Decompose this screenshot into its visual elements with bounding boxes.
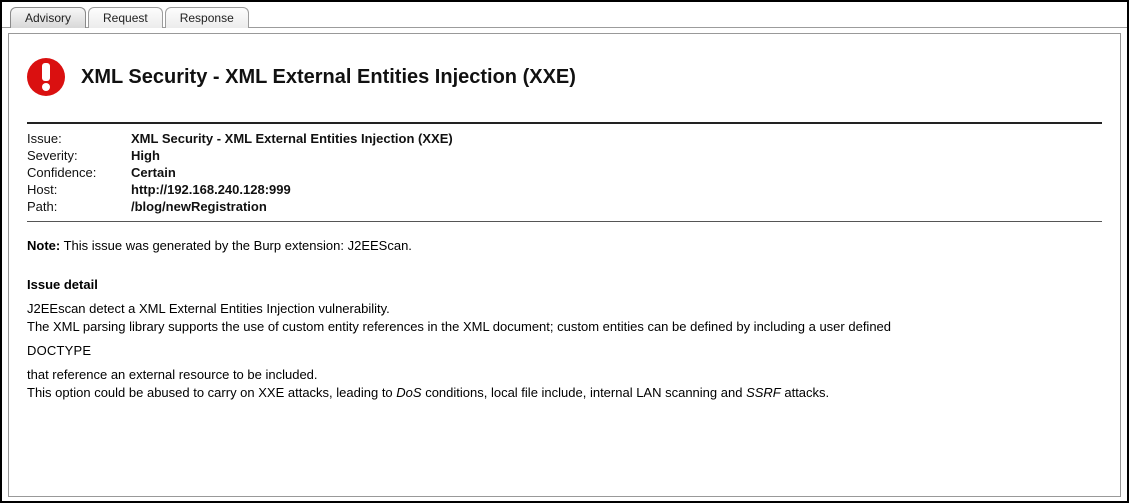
detail-p4-pre: This option could be abused to carry on …	[27, 385, 396, 400]
tab-advisory[interactable]: Advisory	[10, 7, 86, 28]
summary-value: http://192.168.240.128:999	[131, 181, 1102, 198]
summary-key: Severity:	[27, 147, 131, 164]
note-text: This issue was generated by the Burp ext…	[60, 238, 412, 253]
detail-p4-ssrf: SSRF	[746, 385, 781, 400]
note-label: Note:	[27, 238, 60, 253]
detail-p3: that reference an external resource to b…	[27, 366, 1102, 384]
summary-row-severity: Severity: High	[27, 147, 1102, 164]
summary-key: Confidence:	[27, 164, 131, 181]
divider-mid	[27, 221, 1102, 222]
divider-top	[27, 122, 1102, 124]
summary-key: Host:	[27, 181, 131, 198]
page-title: XML Security - XML External Entities Inj…	[81, 66, 576, 89]
summary-row-host: Host: http://192.168.240.128:999	[27, 181, 1102, 198]
window-root: Advisory Request Response XML Security -…	[0, 0, 1129, 503]
tab-bar: Advisory Request Response	[2, 2, 1127, 28]
detail-p4-dos: DoS	[396, 385, 421, 400]
detail-p1: J2EEscan detect a XML External Entities …	[27, 300, 1102, 318]
advisory-panel: XML Security - XML External Entities Inj…	[8, 33, 1121, 497]
note-line: Note: This issue was generated by the Bu…	[27, 238, 1102, 253]
issue-summary-table: Issue: XML Security - XML External Entit…	[27, 130, 1102, 215]
issue-header: XML Security - XML External Entities Inj…	[27, 58, 1102, 96]
detail-p4-post: attacks.	[781, 385, 829, 400]
detail-p2: The XML parsing library supports the use…	[27, 318, 1102, 336]
summary-row-path: Path: /blog/newRegistration	[27, 198, 1102, 215]
summary-row-confidence: Confidence: Certain	[27, 164, 1102, 181]
summary-value: /blog/newRegistration	[131, 198, 1102, 215]
summary-key: Issue:	[27, 130, 131, 147]
detail-p4: This option could be abused to carry on …	[27, 384, 1102, 402]
detail-doctype: DOCTYPE	[27, 343, 1102, 358]
detail-p4-mid: conditions, local file include, internal…	[422, 385, 746, 400]
summary-value: Certain	[131, 164, 1102, 181]
summary-value: XML Security - XML External Entities Inj…	[131, 130, 1102, 147]
summary-key: Path:	[27, 198, 131, 215]
tab-request[interactable]: Request	[88, 7, 163, 28]
summary-value: High	[131, 147, 1102, 164]
issue-detail-heading: Issue detail	[27, 277, 1102, 292]
exclamation-icon	[27, 58, 65, 96]
tab-response[interactable]: Response	[165, 7, 249, 28]
summary-row-issue: Issue: XML Security - XML External Entit…	[27, 130, 1102, 147]
